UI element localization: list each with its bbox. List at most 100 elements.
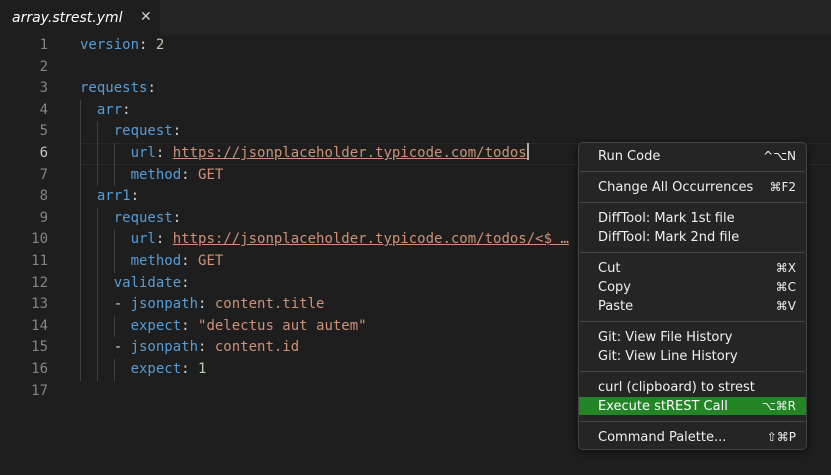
tab-array-strest-yml[interactable]: array.strest.yml ✕: [0, 0, 160, 35]
indent-guide: [80, 272, 81, 295]
menu-item-label: Copy: [598, 279, 631, 295]
code-text: expect: "delectus aut autem": [131, 316, 367, 338]
menu-item-difftool-mark-2nd-file[interactable]: DiffTool: Mark 2nd file: [579, 228, 806, 246]
menu-item-difftool-mark-1st-file[interactable]: DiffTool: Mark 1st file: [579, 209, 806, 227]
code-token: :: [198, 339, 215, 356]
code-line[interactable]: 3 requests:: [0, 78, 831, 100]
menu-item-label: Command Palette...: [598, 429, 727, 445]
line-number: 9: [39, 209, 48, 226]
indent-guide: [96, 143, 98, 165]
code-token: validate: [113, 274, 182, 291]
code-token: content.title: [214, 296, 325, 313]
menu-separator: [580, 252, 805, 253]
code-token: :: [122, 101, 131, 118]
indent-guide: [80, 164, 81, 187]
menu-item-git-view-line-history[interactable]: Git: View Line History: [579, 347, 806, 365]
code-token: arr1: [96, 188, 131, 205]
code-text: request:: [114, 208, 181, 230]
code-token: :: [198, 296, 215, 313]
indent-guide: [113, 143, 115, 165]
indent-guide: [80, 229, 81, 251]
code-token: :: [181, 361, 199, 377]
code-line[interactable]: 5 request:: [0, 121, 831, 143]
menu-item-run-code[interactable]: Run Code ^⌥N: [579, 147, 806, 165]
code-text: url: https://jsonplaceholder.typicode.co…: [131, 143, 529, 165]
code-token: :: [172, 123, 182, 140]
close-icon[interactable]: ✕: [140, 9, 152, 25]
menu-item-label: Git: View File History: [598, 329, 733, 345]
line-number: 17: [31, 382, 48, 399]
code-token: version: [80, 37, 140, 53]
indent-guide: [80, 186, 81, 208]
line-number: 14: [31, 317, 48, 334]
menu-item-cut[interactable]: Cut ⌘X: [579, 259, 806, 277]
code-text: validate:: [114, 273, 190, 295]
code-token: content.id: [214, 339, 300, 356]
code-line[interactable]: 2: [0, 57, 831, 79]
indent-guide: [96, 121, 98, 143]
code-token: :: [155, 145, 173, 161]
indent-guide: [80, 251, 81, 273]
indent-guide: [113, 229, 115, 251]
line-number: 11: [31, 253, 48, 269]
menu-item-copy[interactable]: Copy ⌘C: [579, 278, 806, 296]
code-token: "delectus aut autem": [198, 317, 367, 334]
menu-item-shortcut: ⌘V: [775, 299, 796, 313]
code-text: arr1:: [97, 186, 139, 208]
indent-guide: [96, 164, 98, 187]
code-token: arr: [96, 101, 123, 118]
code-text: version: 2: [80, 35, 164, 57]
indent-guide: [96, 359, 98, 381]
menu-item-label: Change All Occurrences: [598, 179, 754, 195]
menu-item-git-view-file-history[interactable]: Git: View File History: [579, 328, 806, 346]
code-token: -: [113, 339, 131, 356]
indent-guide: [96, 229, 98, 251]
menu-item-label: curl (clipboard) to strest: [598, 379, 755, 395]
code-text: url: https://jsonplaceholder.typicode.co…: [131, 229, 569, 251]
code-token: GET: [198, 166, 224, 183]
line-number: 1: [39, 37, 48, 53]
menu-item-label: Cut: [598, 260, 621, 276]
code-line[interactable]: 4 arr:: [0, 99, 831, 122]
url-link[interactable]: https://jsonplaceholder.typicode.com/tod…: [173, 231, 569, 247]
indent-guide: [113, 164, 115, 187]
menu-item-curl-clipboard-to-strest[interactable]: curl (clipboard) to strest: [579, 378, 806, 396]
code-token: :: [181, 166, 199, 183]
indent-guide: [96, 315, 98, 338]
code-token: method: [130, 166, 182, 183]
line-number: 6: [39, 145, 48, 161]
code-token: jsonpath: [130, 339, 199, 356]
code-text: method: GET: [131, 251, 224, 273]
line-number: 2: [39, 58, 48, 75]
code-token: request: [113, 123, 173, 140]
indent-guide: [113, 359, 115, 381]
url-link[interactable]: https://jsonplaceholder.typicode.com/tod…: [173, 145, 527, 161]
menu-item-shortcut: ⌘C: [775, 280, 796, 294]
menu-item-change-all-occurrences[interactable]: Change All Occurrences ⌘F2: [579, 178, 806, 196]
code-token: request: [113, 209, 173, 226]
code-token: :: [172, 209, 182, 226]
line-number: 5: [39, 123, 48, 140]
line-number: 8: [39, 188, 48, 205]
code-line[interactable]: 1 version: 2: [0, 35, 831, 57]
context-menu: Run Code ^⌥N Change All Occurrences ⌘F2 Diff…: [578, 142, 807, 450]
menu-item-shortcut: ⌘F2: [769, 180, 796, 194]
menu-item-command-palette[interactable]: Command Palette... ⇧⌘P: [579, 428, 806, 446]
code-text: request:: [114, 121, 181, 143]
code-token: expect: [130, 361, 182, 377]
menu-item-execute-strest-call[interactable]: Execute stREST Call ⌥⌘R: [579, 397, 806, 415]
menu-item-paste[interactable]: Paste ⌘V: [579, 297, 806, 315]
indent-guide: [80, 143, 81, 165]
code-token: method: [130, 253, 182, 269]
code-text: method: GET: [131, 165, 224, 187]
line-number: 3: [39, 80, 48, 97]
menu-separator: [580, 321, 805, 322]
indent-guide: [96, 251, 98, 273]
menu-item-label: Run Code: [598, 148, 661, 164]
indent-guide: [80, 359, 81, 381]
code-token: url: [130, 231, 156, 248]
line-number: 15: [31, 339, 48, 356]
menu-item-shortcut: ^⌥N: [763, 149, 796, 163]
menu-item-label: Git: View Line History: [598, 348, 738, 364]
line-number: 12: [31, 274, 48, 291]
